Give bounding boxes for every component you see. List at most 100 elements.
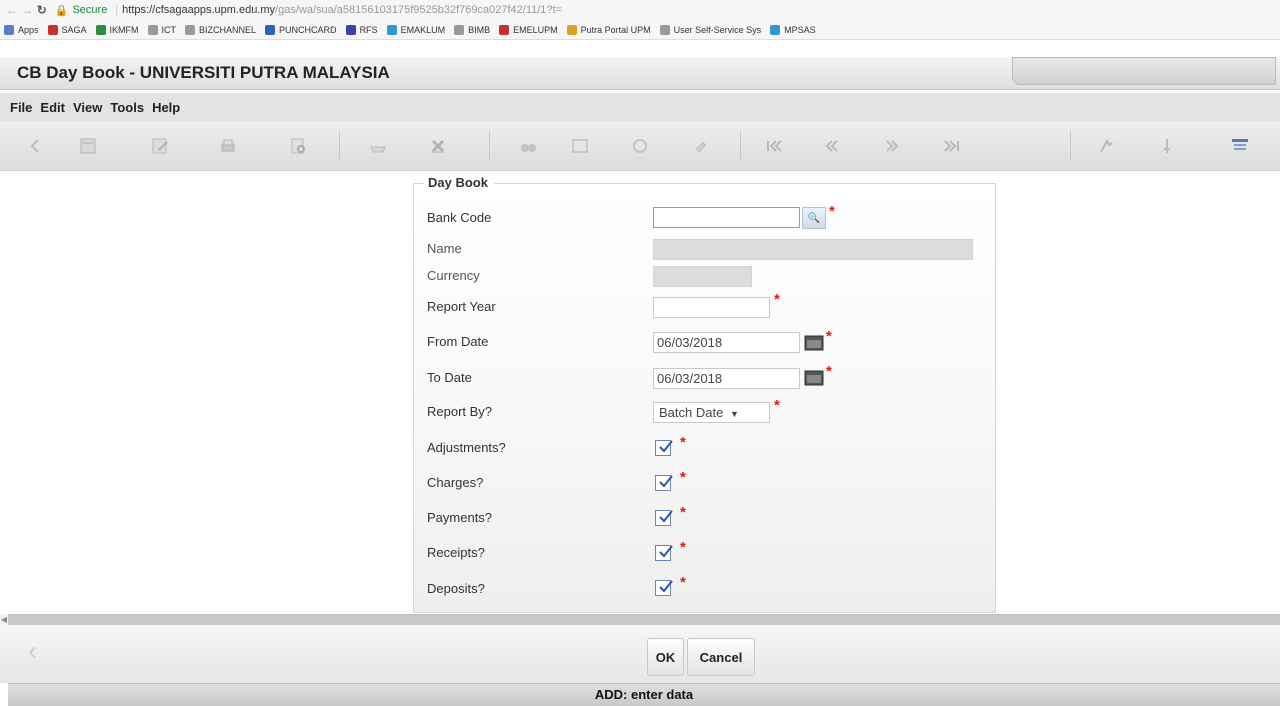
back-icon[interactable]: ‹	[28, 637, 46, 665]
info-icon[interactable]	[626, 132, 654, 160]
report-by-label: Report By?	[427, 404, 493, 419]
menu-tools[interactable]: Tools	[110, 100, 144, 115]
find-icon[interactable]	[514, 132, 542, 160]
last-record-icon[interactable]	[938, 132, 966, 160]
bookmark-label: MPSAS	[784, 24, 816, 35]
charges-checkbox[interactable]	[655, 475, 673, 491]
panel-border	[413, 183, 996, 184]
menu-view[interactable]: View	[73, 100, 102, 115]
receipts-label: Receipts?	[427, 545, 485, 560]
run-icon[interactable]	[1092, 132, 1120, 160]
cancel-button[interactable]: Cancel	[687, 638, 755, 676]
report-by-select[interactable]: Batch Date ▼	[653, 402, 770, 423]
name-label: Name	[427, 241, 462, 256]
adjustments-checkbox[interactable]	[655, 440, 673, 456]
bookmark-label: RFS	[359, 24, 378, 35]
bookmark-label: Putra Portal UPM	[580, 24, 651, 35]
required-mark: *	[680, 504, 686, 521]
bookmark-item[interactable]: PUNCHCARD	[265, 24, 337, 35]
required-mark: *	[826, 328, 832, 345]
toolbar-separator	[740, 131, 741, 161]
menu-file[interactable]: File	[10, 100, 32, 115]
browser-back-icon[interactable]: ←	[6, 3, 18, 17]
pin-icon[interactable]	[1152, 132, 1180, 160]
receipts-checkbox[interactable]	[655, 545, 673, 561]
bookmark-label: BIZCHANNEL	[199, 24, 257, 35]
required-mark: *	[680, 574, 686, 591]
menu-help[interactable]: Help	[152, 100, 180, 115]
browser-address-bar: ← → ↻ 🔒 Secure | https://cfsagaapps.upm.…	[0, 0, 1280, 20]
bookmark-item[interactable]: SAGA	[47, 24, 87, 35]
list-icon[interactable]	[566, 132, 594, 160]
browser-reload-icon[interactable]: ↻	[37, 3, 47, 17]
bookmark-item[interactable]: BIZCHANNEL	[185, 24, 257, 35]
bookmark-icon	[499, 24, 510, 35]
ok-button[interactable]: OK	[647, 638, 684, 676]
first-record-icon[interactable]	[760, 132, 788, 160]
bookmark-label: PUNCHCARD	[279, 24, 337, 35]
bank-code-input[interactable]	[653, 207, 800, 228]
to-date-input[interactable]	[653, 368, 800, 389]
bookmark-item[interactable]: IKMFM	[95, 24, 139, 35]
bookmark-item[interactable]: BIMB	[454, 24, 491, 35]
lookup-icon[interactable]: 🔍	[802, 207, 826, 229]
horizontal-scrollbar[interactable]	[8, 614, 1280, 625]
bookmark-item[interactable]: Putra Portal UPM	[566, 24, 651, 35]
print-preview-icon[interactable]	[284, 132, 312, 160]
url-field[interactable]: https://cfsagaapps.upm.edu.my/gas/wa/sua…	[122, 4, 562, 16]
calendar-icon[interactable]	[804, 369, 824, 386]
menu-edit[interactable]: Edit	[40, 100, 65, 115]
bookmark-label: User Self-Service Sys	[673, 24, 762, 35]
required-mark: *	[680, 469, 686, 486]
bottom-bar	[0, 625, 1280, 683]
required-mark: *	[829, 203, 835, 220]
bookmark-label: IKMFM	[109, 24, 139, 35]
status-bar: ADD: enter data	[8, 683, 1280, 706]
bookmark-item[interactable]: MPSAS	[770, 24, 816, 35]
notebook-icon[interactable]	[74, 132, 102, 160]
lock-icon: 🔒	[54, 4, 69, 17]
calendar-icon[interactable]	[804, 334, 824, 351]
secure-label: Secure	[72, 4, 108, 16]
layout-icon[interactable]	[1226, 132, 1254, 160]
report-by-value: Batch Date	[659, 405, 724, 420]
save-icon[interactable]	[364, 132, 392, 160]
required-mark: *	[774, 291, 780, 308]
bookmark-item[interactable]: EMELUPM	[499, 24, 558, 35]
payments-label: Payments?	[427, 510, 493, 525]
toolbar	[0, 121, 1280, 171]
edit-note-icon[interactable]	[146, 132, 174, 160]
bookmark-label: SAGA	[61, 24, 87, 35]
print-icon[interactable]	[214, 132, 242, 160]
bookmark-icon	[345, 24, 356, 35]
bookmark-icon	[185, 24, 196, 35]
attach-icon[interactable]	[686, 132, 714, 160]
previous-record-icon[interactable]	[818, 132, 846, 160]
url-host: https://cfsagaapps.upm.edu.my	[122, 4, 276, 16]
required-mark: *	[774, 397, 780, 414]
bookmark-item[interactable]: EMAKLUM	[386, 24, 445, 35]
bookmark-item[interactable]: RFS	[345, 24, 378, 35]
toolbar-separator	[489, 131, 490, 161]
currency-field	[653, 266, 752, 287]
bookmark-icon	[147, 24, 158, 35]
report-year-label: Report Year	[427, 299, 496, 314]
back-icon[interactable]	[22, 132, 50, 160]
scroll-left-icon[interactable]: ◀	[0, 614, 8, 625]
bookmark-icon	[770, 24, 781, 35]
from-date-input[interactable]	[653, 332, 800, 353]
next-record-icon[interactable]	[878, 132, 906, 160]
report-year-input[interactable]	[653, 297, 770, 318]
bookmark-item[interactable]: User Self-Service Sys	[659, 24, 762, 35]
browser-forward-icon[interactable]: →	[21, 3, 33, 17]
payments-checkbox[interactable]	[655, 510, 673, 526]
bookmark-item[interactable]: Apps	[4, 24, 39, 35]
bookmark-icon	[4, 24, 14, 35]
toolbar-separator	[1070, 131, 1071, 161]
bookmark-item[interactable]: ICT	[147, 24, 176, 35]
bookmark-icon	[386, 24, 397, 35]
bookmark-label: BIMB	[468, 24, 491, 35]
deposits-checkbox[interactable]	[655, 580, 673, 596]
toolbar-separator	[339, 131, 340, 161]
delete-icon[interactable]	[424, 132, 452, 160]
